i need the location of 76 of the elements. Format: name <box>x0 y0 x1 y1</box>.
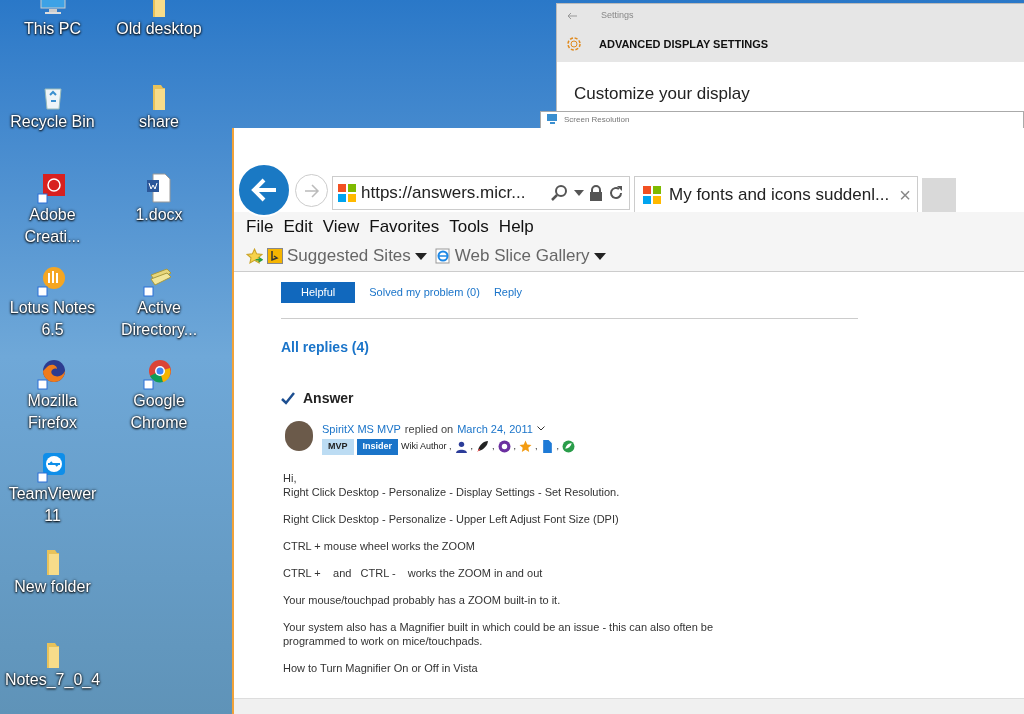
bing-icon <box>267 248 283 264</box>
body-text: CTRL + and CTRL - works the ZOOM in and out <box>283 565 544 580</box>
desktop-icon-label[interactable]: Active Directory... <box>109 297 209 341</box>
badge: Insider <box>356 439 399 455</box>
menu-item[interactable]: Edit <box>283 213 313 240</box>
desktop-icon-label[interactable]: 1.docx <box>109 204 209 226</box>
settings-subheading: Customize your display <box>573 83 750 105</box>
refresh-icon[interactable] <box>608 185 624 201</box>
windows-logo-icon <box>643 185 661 204</box>
tab-title: My fonts and icons suddenl... <box>669 183 890 206</box>
replies-heading[interactable]: All replies (4) <box>281 336 369 358</box>
separator-text: , <box>513 440 517 453</box>
desktop-icon-label[interactable]: Mozilla Firefox <box>2 390 103 434</box>
address-bar[interactable]: https://answers.micr... <box>332 176 630 210</box>
settings-heading: ADVANCED DISPLAY SETTINGS <box>599 36 769 52</box>
separator-text: , <box>535 440 538 453</box>
desktop-icon-label[interactable]: Notes_7_0_4 <box>2 669 103 691</box>
ring-icon <box>497 440 511 454</box>
separator-text: , <box>492 440 495 453</box>
action-button[interactable]: Solved my problem (0) <box>369 282 480 303</box>
close-tab-button[interactable]: × <box>899 179 911 210</box>
author-link[interactable]: SpiritX MS MVP <box>322 420 401 437</box>
caret-icon[interactable] <box>574 190 584 196</box>
avatar <box>285 420 313 451</box>
url-text: https://answers.micr... <box>361 182 526 205</box>
menu-item[interactable]: Help <box>498 213 534 240</box>
desktop-icon-label[interactable]: Adobe Creati... <box>2 204 103 248</box>
back-arrow-icon <box>250 178 278 202</box>
window-title: Settings <box>601 9 634 23</box>
forward-arrow-icon <box>303 183 320 198</box>
star-icon <box>519 440 533 454</box>
replied-on-text: replied on <box>404 421 454 437</box>
gear-icon <box>565 35 583 53</box>
search-icon[interactable] <box>551 184 569 202</box>
body-text: CTRL + mouse wheel works the ZOOM <box>283 538 476 553</box>
badge: MVP <box>322 439 354 455</box>
lock-icon <box>589 185 603 201</box>
windows-logo-icon <box>338 184 356 202</box>
action-button[interactable]: Helpful <box>281 282 356 303</box>
menu-item[interactable]: Tools <box>449 213 489 240</box>
answer-label: Answer <box>303 388 354 408</box>
body-text: Hi, <box>283 470 298 485</box>
desktop-icon-label[interactable]: Recycle Bin <box>2 111 103 133</box>
chevron-down-icon[interactable] <box>536 426 545 432</box>
desktop-icon-label[interactable]: This PC <box>2 18 103 40</box>
separator-text: , <box>556 440 560 453</box>
desktop-icon-label[interactable]: Old desktop <box>109 18 209 40</box>
person-icon <box>454 440 468 454</box>
awards-text: Wiki Author , <box>401 440 452 453</box>
leaf-icon <box>562 440 576 454</box>
favorites-link[interactable]: Suggested Sites <box>267 243 427 269</box>
desktop-icon-label[interactable]: share <box>109 111 209 133</box>
menu-item[interactable]: File <box>246 213 274 240</box>
caret-icon <box>593 252 606 260</box>
desktop-icon-label[interactable]: New folder <box>2 576 103 598</box>
document-icon <box>540 440 554 454</box>
window-title: Screen Resolution <box>564 114 630 126</box>
checkmark-icon <box>281 391 295 405</box>
desktop-icon-label[interactable]: Lotus Notes 6.5 <box>2 297 103 341</box>
date-link[interactable]: March 24, 2011 <box>457 420 533 437</box>
body-text: How to Turn Magnifier On or Off in Vista <box>283 660 479 675</box>
favorites-star-icon[interactable] <box>246 247 263 265</box>
monitor-icon <box>547 114 558 124</box>
ie-icon <box>434 248 451 264</box>
body-text: Right Click Desktop - Personalize - Upper Left Adjust Font Size (DPI) <box>283 511 620 526</box>
action-button[interactable]: Reply <box>493 282 523 303</box>
caret-icon <box>414 252 427 260</box>
desktop-icon-label[interactable]: TeamViewer 11 <box>2 483 103 527</box>
body-text: Your system also has a Magnifier built in which could be an issue - this can also often be programmed to work on mice/touchpads. <box>283 619 715 648</box>
menu-item[interactable]: Favorites <box>369 213 440 240</box>
body-text: Your mouse/touchpad probably has a ZOOM built-in to it. <box>283 592 562 607</box>
favorites-link[interactable]: Web Slice Gallery <box>434 243 606 269</box>
desktop-icon-label[interactable]: Google Chrome <box>109 390 209 434</box>
menu-item[interactable]: View <box>322 213 360 240</box>
separator-text: , <box>470 440 474 453</box>
body-text: Right Click Desktop - Personalize - Display Settings - Set Resolution. <box>283 484 621 499</box>
